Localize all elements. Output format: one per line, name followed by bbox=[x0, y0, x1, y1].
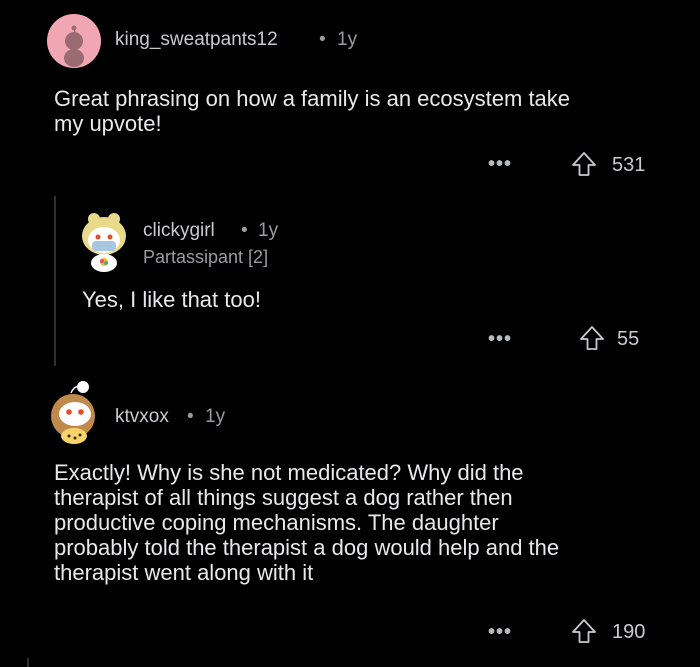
comment-line: therapist of all things suggest a dog ra… bbox=[54, 485, 513, 510]
comment-line: Exactly! Why is she not medicated? Why d… bbox=[54, 460, 524, 485]
upvote-arrow-icon bbox=[572, 152, 596, 176]
comment-age: 1y bbox=[337, 29, 358, 50]
separator-dot: • bbox=[187, 406, 194, 427]
avatar[interactable] bbox=[75, 210, 133, 272]
comment-line: therapist went along with it bbox=[54, 560, 314, 585]
more-options-button[interactable]: ••• bbox=[488, 621, 512, 644]
avatar[interactable] bbox=[47, 14, 101, 68]
vote-count: 190 bbox=[612, 621, 646, 643]
comment-line: probably told the therapist a dog would … bbox=[54, 535, 560, 560]
comment-age: 1y bbox=[205, 406, 226, 427]
comment-line: productive coping mechanisms. The daught… bbox=[54, 510, 499, 535]
upvote-button[interactable] bbox=[578, 324, 608, 354]
avatar[interactable] bbox=[47, 376, 103, 444]
comment-clickygirl: clickygirl • 1y Partassipant [2] Yes, I … bbox=[60, 196, 700, 366]
snoo-avatar-hair-icon bbox=[51, 381, 95, 444]
comment-king-sweatpants12: king_sweatpants12 • 1y Great phrasing on… bbox=[0, 0, 700, 185]
comment-line: Yes, I like that too! bbox=[82, 287, 261, 312]
comment-age: 1y bbox=[258, 220, 279, 241]
username[interactable]: ktvxox bbox=[115, 406, 169, 428]
snoo-avatar-mask-icon bbox=[82, 213, 126, 272]
comment-ktvxox: ktvxox • 1y Exactly! Why is she not medi… bbox=[0, 372, 700, 667]
user-flair: Partassipant [2] bbox=[143, 247, 269, 267]
comment-body: Yes, I like that too! bbox=[82, 287, 642, 312]
more-options-button[interactable]: ••• bbox=[488, 153, 512, 176]
separator-dot: • bbox=[319, 29, 326, 50]
separator-dot: • bbox=[241, 220, 248, 241]
more-options-button[interactable]: ••• bbox=[488, 328, 512, 351]
upvote-arrow-icon bbox=[580, 326, 604, 350]
upvote-button[interactable] bbox=[570, 617, 600, 647]
thread-line[interactable] bbox=[54, 196, 56, 366]
username[interactable]: king_sweatpants12 bbox=[115, 29, 278, 51]
username[interactable]: clickygirl bbox=[143, 220, 215, 242]
upvote-button[interactable] bbox=[570, 150, 600, 180]
comment-line: Great phrasing on how a family is an eco… bbox=[54, 86, 571, 111]
vote-count: 55 bbox=[617, 328, 640, 350]
vote-count: 531 bbox=[612, 154, 646, 176]
comment-line: my upvote! bbox=[54, 111, 162, 136]
comment-body: Exactly! Why is she not medicated? Why d… bbox=[54, 460, 674, 585]
upvote-arrow-icon bbox=[572, 619, 596, 643]
comment-body: Great phrasing on how a family is an eco… bbox=[54, 86, 674, 136]
thread-line[interactable] bbox=[27, 658, 29, 667]
snoo-avatar-icon bbox=[47, 14, 101, 68]
